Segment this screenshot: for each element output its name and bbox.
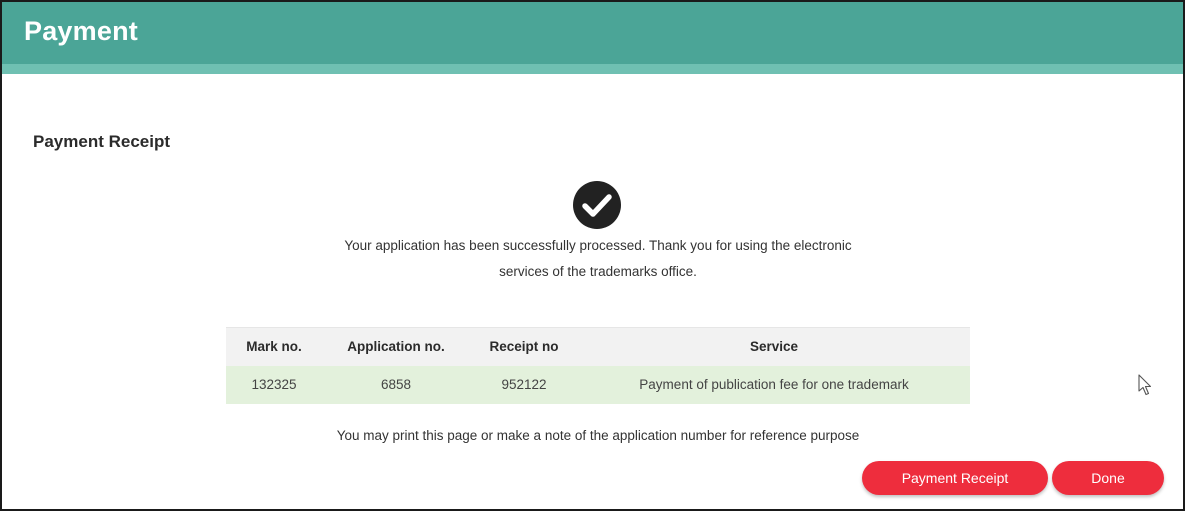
header-service: Service	[578, 327, 970, 366]
success-message-line-2: services of the trademarks office.	[499, 264, 697, 279]
receipt-table: Mark no. Application no. Receipt no Serv…	[226, 327, 970, 404]
success-message-line-1: Your application has been successfully p…	[344, 238, 852, 253]
page-title: Payment	[24, 16, 138, 46]
done-button[interactable]: Done	[1052, 461, 1164, 495]
section-title: Payment Receipt	[33, 132, 170, 151]
check-circle-icon	[573, 181, 621, 229]
cell-receipt-no: 952122	[470, 365, 578, 404]
reference-note: You may print this page or make a note o…	[336, 428, 860, 443]
success-message: Your application has been successfully p…	[300, 233, 896, 285]
page-header: Payment	[2, 2, 1183, 64]
cell-service: Payment of publication fee for one trade…	[578, 365, 970, 404]
cell-application-no: 6858	[322, 365, 470, 404]
mouse-pointer-icon	[1138, 374, 1152, 396]
header-accent-strip	[2, 64, 1183, 74]
header-receipt-no: Receipt no	[470, 327, 578, 366]
header-mark-no: Mark no.	[226, 327, 322, 366]
cell-mark-no: 132325	[226, 365, 322, 404]
header-application-no: Application no.	[322, 327, 470, 366]
table-header-row: Mark no. Application no. Receipt no Serv…	[226, 327, 970, 366]
table-row: 132325 6858 952122 Payment of publicatio…	[226, 365, 970, 404]
payment-receipt-button[interactable]: Payment Receipt	[862, 461, 1048, 495]
